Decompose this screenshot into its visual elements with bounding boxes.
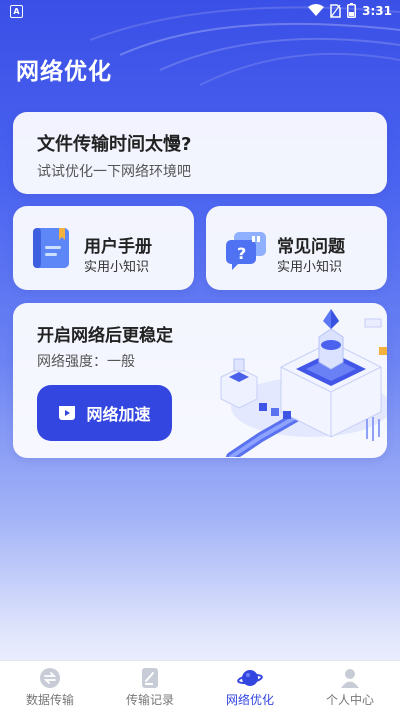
planet-icon bbox=[237, 670, 263, 686]
tab-label: 个人中心 bbox=[325, 693, 374, 707]
manual-book-icon bbox=[33, 228, 69, 268]
slow-transfer-card[interactable]: 文件传输时间太慢? 试试优化一下网络环境吧 bbox=[13, 112, 387, 194]
boost-title: 开启网络后更稳定 bbox=[37, 326, 173, 346]
manual-subtitle: 实用小知识 bbox=[84, 260, 150, 275]
user-manual-card[interactable]: 用户手册 实用小知识 bbox=[13, 206, 194, 290]
network-boost-card: 开启网络后更稳定 网络强度：一般 网络加速 bbox=[13, 303, 387, 458]
faq-subtitle: 实用小知识 bbox=[277, 260, 343, 275]
tab-network-optimize[interactable]: 网络优化 bbox=[200, 661, 300, 713]
faq-title: 常见问题 bbox=[277, 237, 345, 257]
tab-data-transfer[interactable]: 数据传输 bbox=[0, 661, 100, 713]
network-boost-button[interactable]: 网络加速 bbox=[37, 385, 172, 441]
tab-label: 数据传输 bbox=[25, 693, 74, 707]
tab-label: 网络优化 bbox=[225, 693, 274, 707]
svg-text:?: ? bbox=[237, 244, 246, 263]
question-chat-icon: ? bbox=[226, 232, 266, 270]
page-title: 网络优化 bbox=[16, 59, 112, 85]
video-play-icon bbox=[59, 406, 76, 420]
boost-button-label: 网络加速 bbox=[86, 405, 151, 424]
network-strength-text: 网络强度：一般 bbox=[37, 354, 135, 370]
network-isometric-illustration bbox=[220, 309, 387, 457]
transfer-icon bbox=[40, 668, 60, 688]
record-icon bbox=[142, 668, 158, 688]
tab-personal-center[interactable]: 个人中心 bbox=[300, 661, 400, 713]
slow-card-title: 文件传输时间太慢? bbox=[37, 134, 192, 155]
slow-card-subtitle: 试试优化一下网络环境吧 bbox=[37, 164, 191, 180]
tab-label: 传输记录 bbox=[125, 693, 174, 707]
faq-card[interactable]: ? 常见问题 实用小知识 bbox=[206, 206, 387, 290]
bottom-tab-bar: 数据传输 传输记录 网络优化 个人中心 bbox=[0, 660, 400, 713]
manual-title: 用户手册 bbox=[84, 237, 152, 257]
user-icon bbox=[341, 669, 359, 688]
tab-transfer-record[interactable]: 传输记录 bbox=[100, 661, 200, 713]
